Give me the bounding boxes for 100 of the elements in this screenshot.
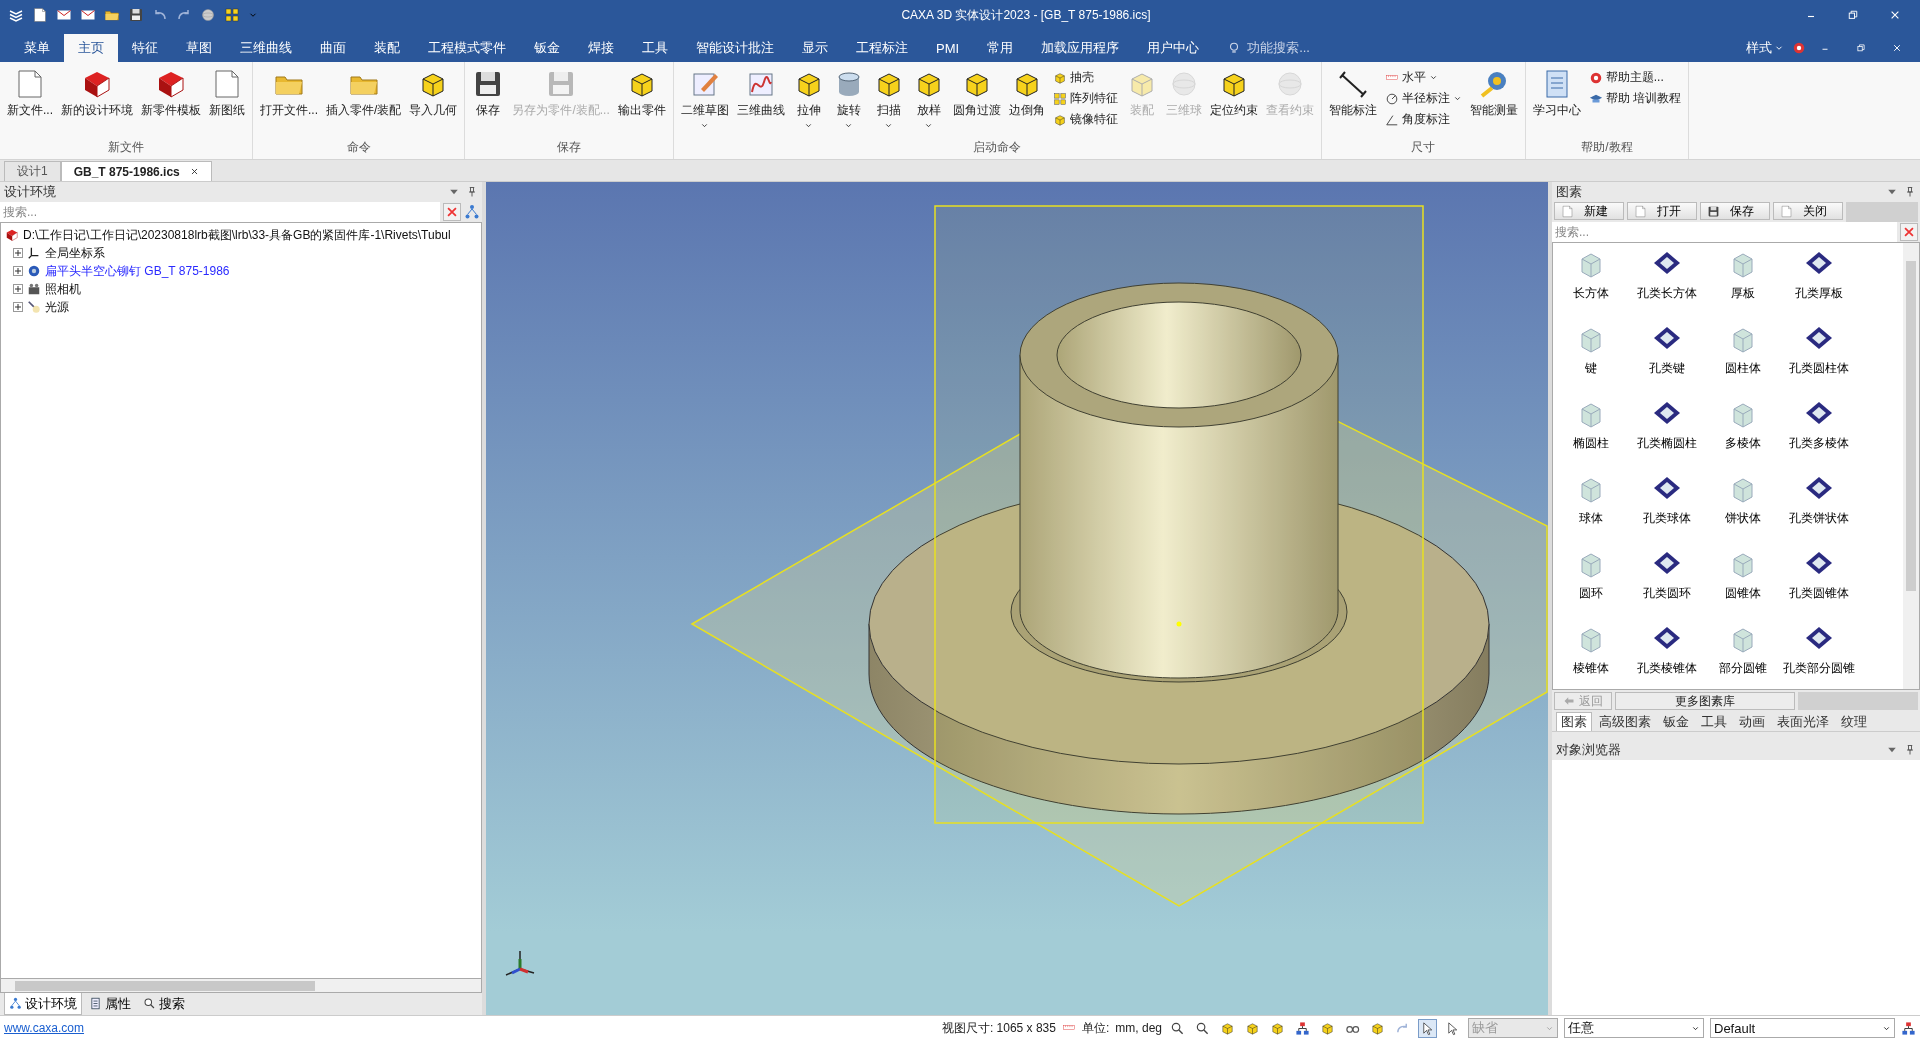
ribbon-button[interactable]: 学习中心 [1529, 66, 1584, 121]
ribbon-small-button[interactable]: 抽壳 [1049, 68, 1121, 87]
expander-toggle[interactable] [13, 302, 23, 312]
menu-tab[interactable]: 三维曲线 [226, 34, 306, 62]
shape-library-item[interactable]: 椭圆柱 [1553, 397, 1629, 472]
ribbon-button[interactable]: 保存 [469, 66, 508, 121]
ribbon-button[interactable]: 新零件模板 [138, 66, 204, 121]
ribbon-small-button[interactable]: 镜像特征 [1049, 110, 1121, 129]
panel-tab[interactable]: 属性 [84, 993, 136, 1015]
tree-item[interactable]: 光源 [45, 298, 69, 316]
ribbon-small-button[interactable]: 水平 [1381, 68, 1465, 87]
shape-library-item[interactable]: 孔类球体 [1629, 472, 1705, 547]
floppy-disk-button[interactable] [128, 7, 144, 23]
shape-library-item[interactable]: 长方体 [1553, 247, 1629, 322]
tree-item[interactable]: 全局坐标系 [45, 244, 105, 262]
feature-search-field[interactable]: 功能搜索... [1213, 34, 1324, 62]
panel-tab[interactable]: 设计环境 [4, 993, 82, 1015]
vertical-scrollbar[interactable] [1903, 243, 1919, 689]
shape-library-item[interactable]: 孔类多棱体 [1781, 397, 1857, 472]
shape-library-item[interactable]: 孔类圆柱体 [1781, 322, 1857, 397]
search-field[interactable]: 搜索... [1552, 222, 1897, 242]
shape-library-item[interactable]: 孔类厚板 [1781, 247, 1857, 322]
panel-tab[interactable]: 表面光泽 [1772, 712, 1834, 731]
select-tool[interactable] [1418, 1018, 1437, 1038]
shape-library-item[interactable]: 圆锥体 [1705, 547, 1781, 622]
horizontal-scrollbar[interactable] [0, 979, 482, 993]
ribbon-small-button[interactable]: 半径标注 [1381, 89, 1465, 108]
menu-tab[interactable]: 加载应用程序 [1027, 34, 1134, 62]
help-button[interactable] [1792, 41, 1806, 55]
dropdown[interactable]: 任意 [1564, 1018, 1704, 1038]
sphere-button[interactable] [200, 7, 216, 23]
ribbon-button[interactable]: 智能标注 [1325, 66, 1380, 121]
menu-tab[interactable]: 工具 [628, 34, 682, 62]
panel-tab[interactable]: 图素 [1556, 712, 1592, 731]
shape-library-item[interactable]: 键 [1553, 322, 1629, 397]
ribbon-small-button[interactable]: 帮助主题... [1585, 68, 1685, 87]
ribbon-button[interactable]: 放样 [909, 66, 948, 132]
envelope-button[interactable] [80, 7, 96, 23]
ribbon-button[interactable]: 旋转 [829, 66, 868, 132]
style-menu[interactable]: 样式 [1740, 38, 1790, 58]
ribbon-button[interactable]: 新图纸 [206, 66, 248, 121]
document-tab[interactable]: 设计1 [4, 161, 61, 181]
panel-button[interactable]: 新建 [1554, 202, 1624, 220]
dropdown[interactable]: Default [1710, 1018, 1895, 1038]
tree-item[interactable]: 照相机 [45, 280, 81, 298]
panel-tab[interactable]: 高级图素 [1594, 712, 1656, 731]
shape-library-item[interactable]: 孔类饼状体 [1781, 472, 1857, 547]
menu-tab[interactable]: 工程模式零件 [414, 34, 520, 62]
menu-tab[interactable]: 草图 [172, 34, 226, 62]
ribbon-button[interactable]: 拉伸 [789, 66, 828, 132]
grid-button[interactable] [224, 7, 240, 23]
panel-tab[interactable]: 动画 [1734, 712, 1770, 731]
document-tab[interactable]: GB_T 875-1986.ics [60, 161, 212, 181]
shape-library-item[interactable]: 孔类椭圆柱 [1629, 397, 1705, 472]
panel-tab[interactable]: 工具 [1696, 712, 1732, 731]
menu-tab[interactable]: 常用 [973, 34, 1028, 62]
tree-item[interactable]: D:\工作日记\工作日记\20230818lrb截图\lrb\33-具备GB的紧固件库-1\Rivets\Tubul [23, 226, 451, 244]
menu-tab[interactable]: PMI [922, 34, 974, 62]
ribbon-small-button[interactable]: 帮助 培训教程 [1585, 89, 1685, 108]
ribbon-button[interactable]: 扫描 [869, 66, 908, 132]
ribbon-button[interactable]: 圆角过渡 [949, 66, 1004, 121]
shape-library-item[interactable]: 饼状体 [1705, 472, 1781, 547]
menu-tab[interactable]: 智能设计批注 [682, 34, 788, 62]
shape-library-item[interactable]: 孔类键 [1629, 322, 1705, 397]
menu-tab[interactable]: 用户中心 [1133, 34, 1214, 62]
expander-toggle[interactable] [13, 266, 23, 276]
envelope-button[interactable] [56, 7, 72, 23]
shape-library-item[interactable]: 圆柱体 [1705, 322, 1781, 397]
ribbon-button[interactable]: 新文件... [4, 66, 56, 121]
menu-tab[interactable]: 曲面 [306, 34, 360, 62]
shape-library-item[interactable]: 多棱体 [1705, 397, 1781, 472]
menu-tab[interactable]: 装配 [360, 34, 414, 62]
ribbon-small-button[interactable]: 阵列特征 [1049, 89, 1121, 108]
website-link[interactable]: www.caxa.com [4, 1021, 85, 1035]
menu-tab[interactable]: 工程标注 [842, 34, 922, 62]
ribbon-button[interactable]: 边倒角 [1005, 66, 1048, 121]
shape-library-item[interactable]: 部分圆锥 [1705, 622, 1781, 689]
tree-item[interactable]: 扁平头半空心铆钉 GB_T 875-1986 [45, 262, 230, 280]
menu-tab[interactable]: 焊接 [574, 34, 628, 62]
ribbon-small-button[interactable]: 角度标注 [1381, 110, 1465, 129]
panel-tab[interactable]: 钣金 [1658, 712, 1694, 731]
ribbon-button[interactable]: 输出零件 [614, 66, 669, 121]
ribbon-button[interactable]: 定位约束 [1206, 66, 1261, 121]
shape-library-item[interactable]: 棱锥体 [1553, 622, 1629, 689]
document-button[interactable] [32, 7, 48, 23]
ribbon-button[interactable]: 三维曲线 [733, 66, 788, 121]
more-library-button[interactable]: 更多图素库 [1615, 692, 1795, 710]
menu-tab[interactable]: 特征 [118, 34, 172, 62]
shape-library-item[interactable]: 孔类圆锥体 [1781, 547, 1857, 622]
clear-button[interactable] [1900, 223, 1918, 241]
menu-tab[interactable]: 主页 [64, 34, 118, 62]
ribbon-button[interactable]: 智能测量 [1466, 66, 1521, 121]
ribbon-button[interactable]: 导入几何 [406, 66, 461, 121]
panel-button[interactable]: 保存 [1700, 202, 1770, 220]
menu-tab[interactable]: 显示 [788, 34, 842, 62]
panel-button[interactable]: 关闭 [1773, 202, 1843, 220]
shape-library-item[interactable]: 孔类圆环 [1629, 547, 1705, 622]
panel-button[interactable]: 打开 [1627, 202, 1697, 220]
ribbon-button[interactable]: 新的设计环境 [58, 66, 136, 121]
shape-library-item[interactable]: 球体 [1553, 472, 1629, 547]
